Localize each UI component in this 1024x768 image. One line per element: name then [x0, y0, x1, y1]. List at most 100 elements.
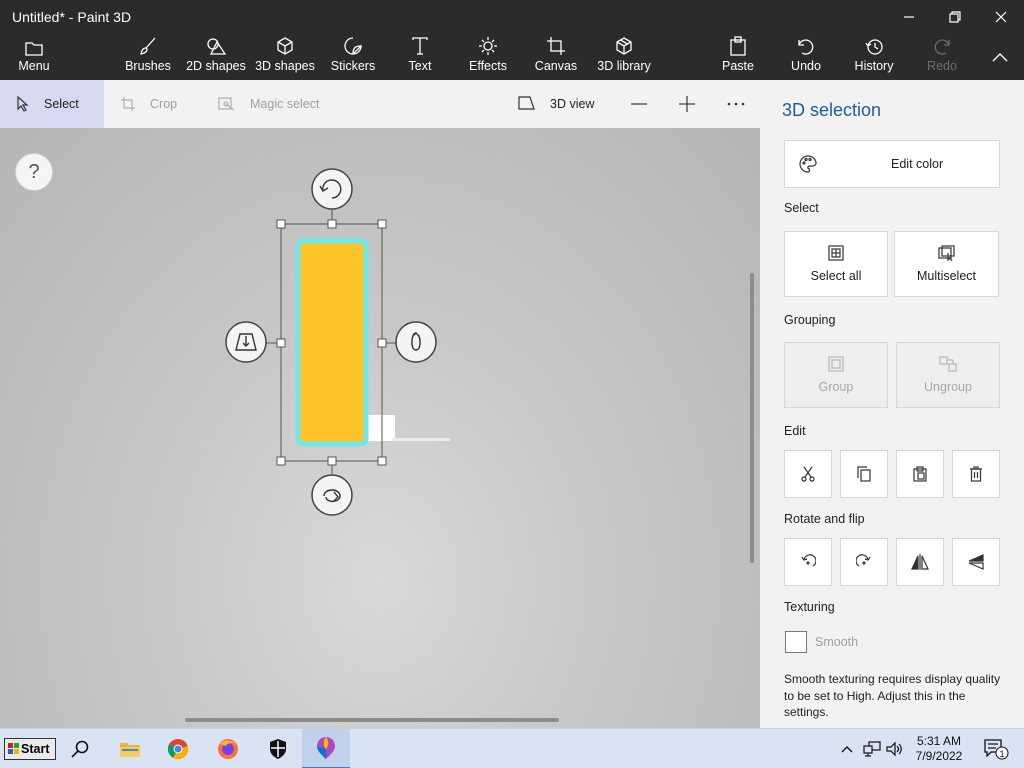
cursor-icon	[17, 96, 29, 112]
2d-shapes-button[interactable]: 2D shapes	[184, 34, 248, 80]
rotate-x-handle[interactable]	[311, 474, 353, 516]
plus-icon	[679, 96, 695, 112]
multiselect-icon	[937, 245, 955, 261]
more-options-button[interactable]	[726, 80, 746, 128]
sticker-icon	[344, 37, 362, 55]
taskbar-file-explorer[interactable]	[106, 729, 154, 768]
zoom-out-button[interactable]	[630, 80, 648, 128]
menu-button[interactable]: Menu	[10, 34, 58, 80]
clock-date: 7/9/2022	[915, 749, 963, 763]
taskbar: Start 5:31 AM 7/9/2022 1	[0, 728, 1024, 768]
resize-handle-left[interactable]	[276, 338, 286, 348]
ungroup-button[interactable]: Ungroup	[896, 342, 1000, 408]
firefox-icon	[218, 739, 238, 759]
vertical-scrollbar[interactable]	[750, 273, 754, 563]
close-button[interactable]	[978, 0, 1024, 34]
copy-icon	[857, 466, 871, 482]
push-depth-handle[interactable]	[225, 321, 267, 363]
trash-icon	[970, 466, 982, 482]
select-tool-button[interactable]: Select	[0, 80, 104, 128]
3d-library-button[interactable]: 3D library	[596, 34, 652, 80]
stickers-button[interactable]: Stickers	[326, 34, 380, 80]
paste-edit-button[interactable]	[896, 450, 944, 498]
taskbar-firefox[interactable]	[204, 729, 252, 768]
folder-icon	[25, 42, 43, 56]
crop-icon	[121, 97, 135, 111]
3d-shapes-button[interactable]: 3D shapes	[254, 34, 316, 80]
grouping-section-label: Grouping	[784, 313, 836, 327]
restore-icon	[949, 11, 961, 23]
history-button[interactable]: History	[850, 34, 898, 80]
rotate-y-handle[interactable]	[395, 321, 437, 363]
3d-shapes-label: 3D shapes	[255, 59, 315, 73]
paste-icon	[730, 36, 746, 56]
file-explorer-icon	[120, 743, 140, 757]
scissors-icon	[801, 466, 815, 482]
taskbar-chrome[interactable]	[154, 729, 202, 768]
copy-button[interactable]	[840, 450, 888, 498]
group-icon	[828, 356, 844, 372]
edit-color-label: Edit color	[891, 157, 944, 171]
delete-button[interactable]	[952, 450, 1000, 498]
rotate-right-button[interactable]	[840, 538, 888, 586]
resize-handle-top-left[interactable]	[276, 219, 286, 229]
magic-select-button[interactable]: Magic select	[218, 80, 319, 128]
tray-overflow-button[interactable]	[836, 729, 858, 768]
canvas-button[interactable]: Canvas	[534, 34, 578, 80]
undo-button[interactable]: Undo	[786, 34, 826, 80]
canvas-label: Canvas	[534, 59, 578, 73]
tray-network[interactable]	[860, 729, 884, 768]
rotate-left-button[interactable]	[784, 538, 832, 586]
rotate-right-icon	[856, 554, 871, 567]
crop-label: Crop	[150, 97, 178, 111]
paste-button[interactable]: Paste	[718, 34, 758, 80]
3d-view-button[interactable]: 3D view	[518, 80, 594, 128]
minimize-button[interactable]	[886, 0, 932, 34]
taskbar-clock[interactable]: 5:31 AM 7/9/2022	[904, 734, 974, 764]
selected-3d-object[interactable]	[295, 238, 369, 447]
horizontal-scrollbar[interactable]	[185, 718, 559, 722]
select-label: Select	[44, 97, 79, 111]
taskbar-security[interactable]	[254, 729, 302, 768]
resize-handle-top-right[interactable]	[377, 219, 387, 229]
tray-volume[interactable]	[884, 729, 906, 768]
resize-handle-bottom-left[interactable]	[276, 456, 286, 466]
2d-shapes-label: 2D shapes	[186, 59, 246, 73]
smooth-checkbox[interactable]	[785, 631, 807, 653]
resize-handle-right[interactable]	[377, 338, 387, 348]
restore-button[interactable]	[932, 0, 978, 34]
notification-count: 1	[999, 749, 1004, 759]
select-all-button[interactable]: Select all	[784, 231, 888, 297]
flip-vertical-button[interactable]	[952, 538, 1000, 586]
panel-title: 3D selection	[782, 100, 882, 120]
taskbar-paint-3d[interactable]	[302, 729, 350, 768]
brushes-button[interactable]: Brushes	[120, 34, 176, 80]
rotate-z-handle[interactable]	[311, 168, 353, 210]
start-button[interactable]: Start	[4, 738, 56, 760]
canvas-area[interactable]: ?	[0, 128, 760, 728]
undo-label: Undo	[791, 59, 821, 73]
palette-icon	[799, 155, 817, 173]
crop-tool-button[interactable]: Crop	[120, 80, 177, 128]
resize-handle-top[interactable]	[327, 219, 337, 229]
select-section-label: Select	[784, 201, 819, 215]
group-button[interactable]: Group	[784, 342, 888, 408]
zoom-in-button[interactable]	[678, 80, 696, 128]
collapse-ribbon-button[interactable]	[986, 34, 1014, 80]
redo-button[interactable]: Redo	[922, 34, 962, 80]
resize-handle-bottom[interactable]	[327, 456, 337, 466]
taskbar-search-button[interactable]	[56, 729, 104, 768]
flip-vertical-icon	[968, 554, 984, 570]
notifications-button[interactable]: 1	[978, 729, 1014, 768]
stickers-label: Stickers	[330, 59, 376, 73]
brushes-label: Brushes	[125, 59, 171, 73]
resize-handle-bottom-right[interactable]	[377, 456, 387, 466]
flip-horizontal-button[interactable]	[896, 538, 944, 586]
texturing-section-label: Texturing	[784, 600, 835, 614]
chrome-icon	[167, 739, 189, 760]
text-button[interactable]: Text	[400, 34, 440, 80]
effects-button[interactable]: Effects	[466, 34, 510, 80]
edit-color-button[interactable]: Edit color	[784, 140, 1000, 188]
cut-button[interactable]	[784, 450, 832, 498]
multiselect-button[interactable]: Multiselect	[894, 231, 999, 297]
